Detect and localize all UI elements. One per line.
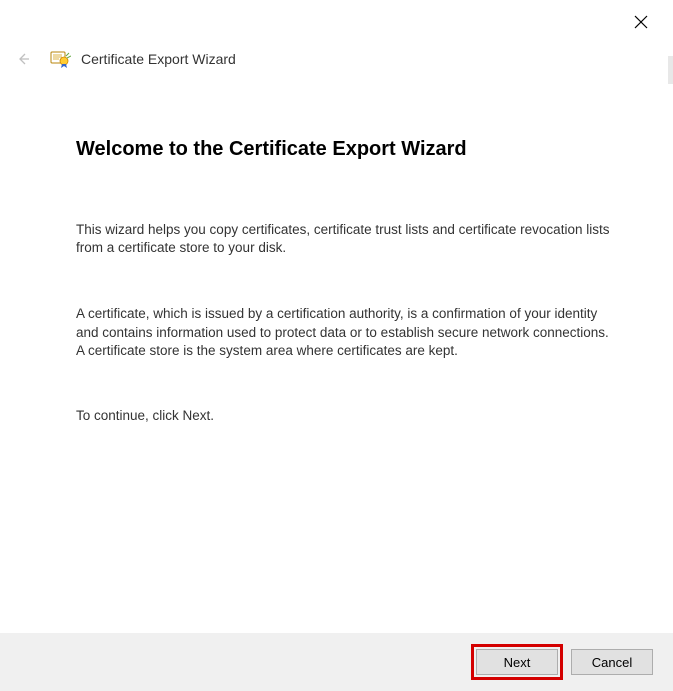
footer-bar: Next Cancel xyxy=(0,633,673,691)
intro-paragraph-2: A certificate, which is issued by a cert… xyxy=(76,305,616,360)
wizard-header: Certificate Export Wizard xyxy=(15,50,236,68)
scrollbar-fragment xyxy=(668,56,673,84)
intro-paragraph-1: This wizard helps you copy certificates,… xyxy=(76,221,616,257)
continue-instruction: To continue, click Next. xyxy=(76,408,616,423)
back-arrow-icon xyxy=(16,52,30,66)
back-button[interactable] xyxy=(15,51,31,67)
close-button[interactable] xyxy=(633,14,649,30)
page-heading: Welcome to the Certificate Export Wizard xyxy=(76,138,616,161)
wizard-title: Certificate Export Wizard xyxy=(81,51,236,67)
next-button-highlight: Next xyxy=(471,644,563,680)
cancel-button[interactable]: Cancel xyxy=(571,649,653,675)
next-button[interactable]: Next xyxy=(476,649,558,675)
close-icon xyxy=(634,15,648,29)
content-area: Welcome to the Certificate Export Wizard… xyxy=(76,138,616,423)
certificate-icon xyxy=(49,50,71,68)
